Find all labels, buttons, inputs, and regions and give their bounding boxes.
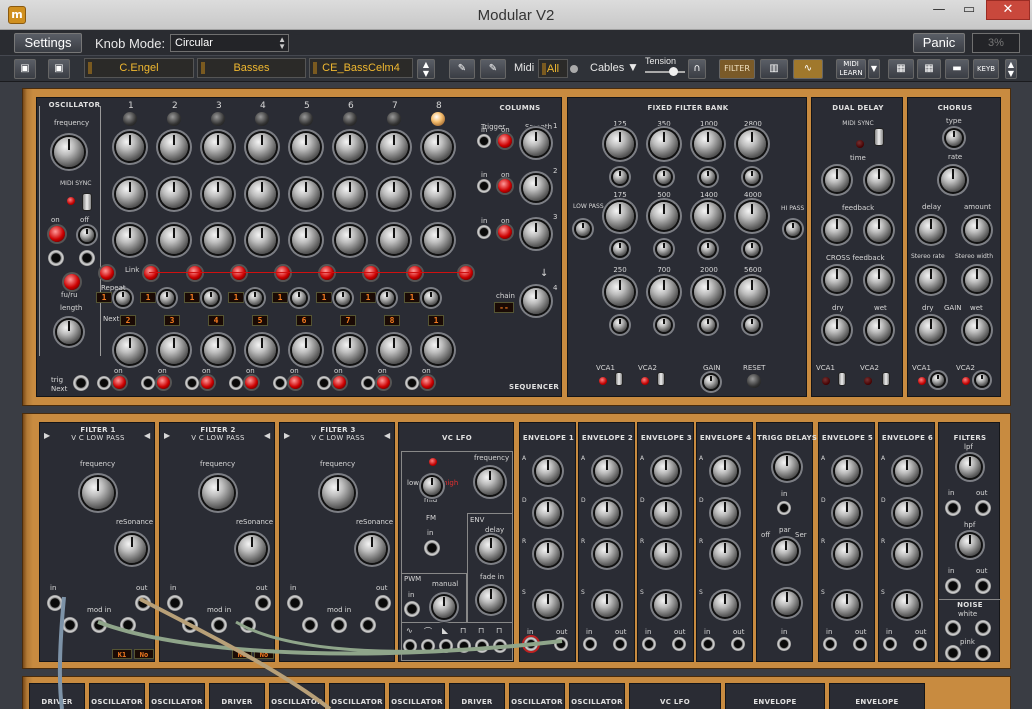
patch-cables <box>57 596 563 709</box>
modular-v2-window: m Modular V2 — ▭ ✕ Settings Knob Mode: C… <box>0 0 1032 709</box>
cable-blue[interactable] <box>57 596 66 709</box>
cable-green-2[interactable] <box>235 620 563 653</box>
